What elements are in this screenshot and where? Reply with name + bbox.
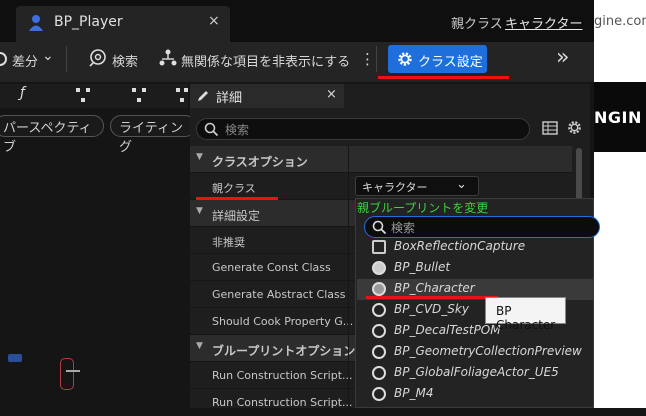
function-icon[interactable]: ƒ (20, 85, 25, 101)
perspective-button[interactable]: パースペクティブ (0, 115, 104, 155)
settings-gear-icon[interactable] (566, 119, 583, 136)
background-window (594, 0, 646, 408)
character-capsule (60, 358, 74, 390)
column-divider (348, 146, 349, 408)
gear-icon (398, 52, 412, 66)
category-label: ブループリントオプション (212, 344, 356, 358)
find-icon (89, 49, 106, 67)
class-settings-label: クラス設定 (418, 55, 483, 70)
actor-icon (372, 261, 386, 275)
background-url-text: gine.com (594, 14, 646, 29)
parent-class-label: 親クラス (451, 17, 503, 32)
more-options-icon[interactable]: ⋮ (360, 50, 375, 68)
background-banner-text: NGIN (594, 108, 642, 127)
item-label: BP_GlobalFoliageActor_UE5 (394, 365, 559, 379)
blueprint-person-icon (29, 15, 43, 31)
pencil-icon (198, 91, 208, 101)
diff-button[interactable]: 差分 (12, 51, 38, 70)
search-icon (204, 122, 219, 137)
property-label: 親クラス (212, 182, 256, 195)
tab-title: BP_Player (54, 14, 123, 30)
item-label: BP_M4 (394, 386, 434, 400)
lighting-button[interactable]: ライティング (110, 115, 196, 155)
highlight-underline (378, 76, 509, 79)
actor-icon (372, 303, 386, 317)
search-icon (372, 220, 387, 235)
item-label: BP_CVD_Sky (394, 302, 469, 316)
caret-down-icon: ▼ (196, 206, 203, 216)
search-button[interactable]: 検索 (112, 51, 138, 70)
parent-class-dropdown[interactable]: キャラクター ⌄ (355, 176, 479, 196)
reflection-capture-icon (372, 240, 386, 254)
graph-icon[interactable] (176, 88, 188, 102)
popup-title: 親ブループリントを変更 (357, 201, 489, 215)
property-label: Run Construction Script... (212, 396, 353, 409)
caret-down-icon: ▼ (196, 152, 203, 162)
item-label: BoxReflectionCapture (394, 239, 526, 253)
property-label: Generate Abstract Class (212, 288, 346, 301)
dropdown-value: キャラクター (362, 181, 428, 194)
popup-search-input[interactable]: 検索 (364, 216, 600, 238)
item-label: BP_GeometryCollectionPreview (394, 344, 582, 358)
item-label: BP_Character (394, 281, 475, 295)
actor-icon (372, 366, 386, 380)
details-tab-title: 詳細 (216, 91, 243, 106)
hide-unrelated-icon (159, 49, 177, 66)
property-label: Generate Const Class (212, 261, 331, 274)
actor-icon (372, 324, 386, 338)
caret-down-icon: ▼ (196, 341, 203, 351)
details-tab[interactable]: 詳細 × (190, 84, 344, 108)
chevron-down-icon: ⌄ (456, 177, 467, 192)
item-label: BP_DecalTestPOM (394, 323, 501, 337)
search-placeholder: 検索 (391, 221, 416, 235)
tooltip: BP Character (485, 297, 566, 332)
property-label: Should Cook Property G... (212, 315, 354, 328)
search-placeholder: 検索 (225, 123, 250, 137)
toolbar-divider (66, 46, 67, 72)
close-details-button[interactable]: × (326, 87, 337, 102)
actor-icon (372, 387, 386, 401)
chevron-down-icon[interactable]: ⌄ (42, 48, 54, 64)
class-settings-button[interactable]: クラス設定 (388, 45, 487, 73)
category-label: クラスオプション (212, 155, 308, 169)
toolbar-divider (376, 46, 377, 72)
property-label: Run Construction Script... (212, 369, 353, 382)
table-view-icon[interactable] (542, 120, 558, 136)
category-class-options[interactable]: ▼ クラスオプション (190, 146, 572, 173)
close-tab-button[interactable]: × (208, 13, 220, 29)
expand-toolbar-icon[interactable]: » (556, 45, 569, 70)
blueprint-tab[interactable]: BP_Player × (16, 6, 230, 42)
arrow-component (66, 370, 80, 372)
item-label: BP_Bullet (394, 260, 451, 274)
graph-icon[interactable] (76, 88, 90, 102)
viewport-actor-icon (8, 354, 22, 362)
actor-icon (372, 345, 386, 359)
highlight-underline (366, 296, 498, 299)
character-icon (372, 282, 386, 296)
category-label: 詳細設定 (212, 209, 261, 223)
diff-gear-icon (0, 51, 8, 66)
property-label: 非推奨 (212, 236, 245, 249)
hide-unrelated-button[interactable]: 無関係な項目を非表示にする (181, 51, 350, 70)
left-panel-tabs (0, 84, 188, 108)
parent-class-link[interactable]: キャラクター (505, 13, 582, 32)
tooltip-text: BP Character (496, 304, 556, 332)
details-search-input[interactable]: 検索 (196, 118, 530, 140)
graph-icon[interactable] (132, 88, 146, 102)
